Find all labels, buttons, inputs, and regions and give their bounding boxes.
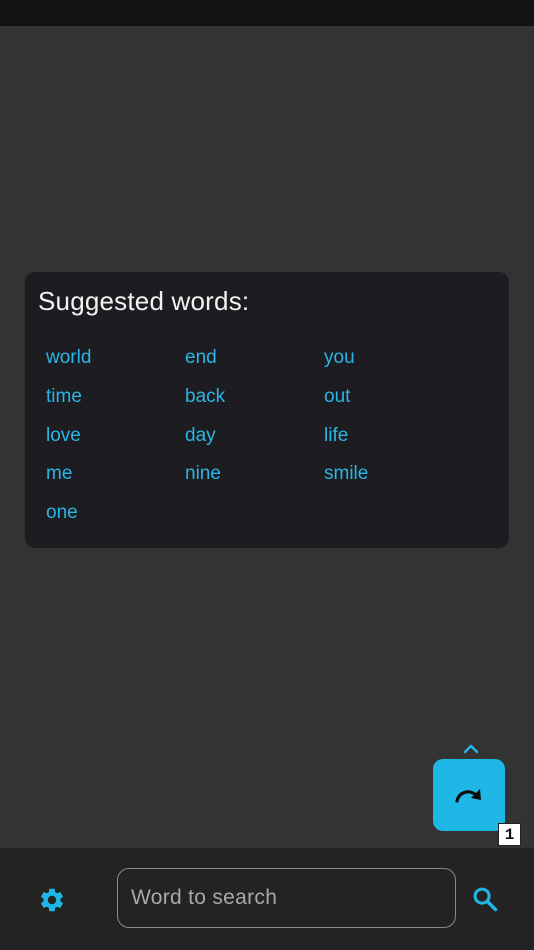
chevron-up-icon[interactable] [462, 742, 480, 754]
search-input[interactable] [117, 868, 456, 928]
suggested-word[interactable]: nine [185, 462, 324, 486]
suggested-word[interactable]: one [46, 501, 185, 525]
settings-button[interactable] [36, 884, 68, 916]
suggested-word[interactable]: me [46, 462, 185, 486]
redo-icon [455, 789, 481, 803]
suggested-word[interactable]: out [324, 385, 463, 409]
bottom-bar [0, 848, 534, 950]
card-title: Suggested words: [38, 286, 250, 316]
suggested-word[interactable]: back [185, 385, 324, 409]
suggested-word[interactable]: love [46, 424, 185, 448]
suggested-word[interactable]: life [324, 424, 463, 448]
main-content: Suggested words: world end you time back… [0, 26, 534, 848]
suggested-word[interactable]: end [185, 346, 324, 370]
word-grid: world end you time back out love day lif… [46, 346, 463, 540]
status-bar [0, 0, 534, 26]
suggested-word[interactable]: day [185, 424, 324, 448]
suggested-word[interactable]: world [46, 346, 185, 370]
gear-icon [41, 888, 63, 912]
search-icon [473, 887, 498, 912]
suggested-words-card: Suggested words: world end you time back… [25, 272, 509, 548]
suggested-word[interactable]: smile [324, 462, 463, 486]
suggested-word[interactable]: time [46, 385, 185, 409]
redo-button[interactable] [433, 759, 505, 831]
fab-badge: 1 [498, 823, 521, 846]
search-button[interactable] [470, 884, 500, 914]
suggested-word[interactable]: you [324, 346, 463, 370]
